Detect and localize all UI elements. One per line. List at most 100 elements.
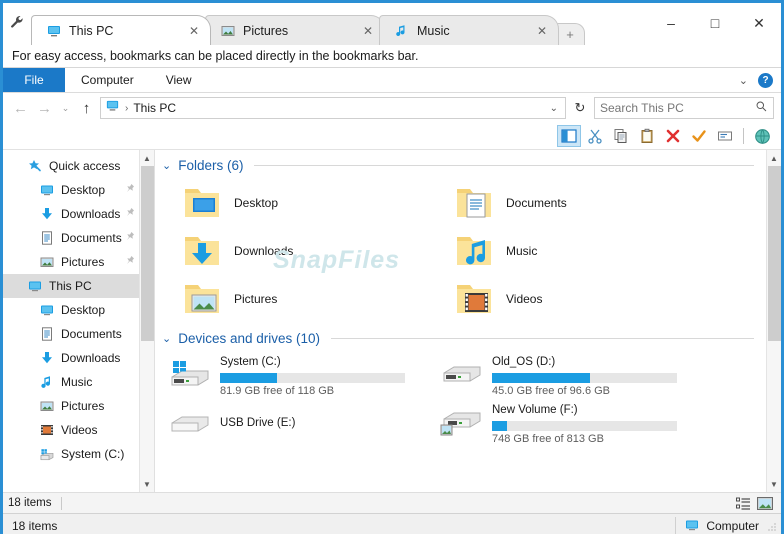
- sidebar-item-desktop[interactable]: Desktop: [3, 298, 139, 322]
- file-list-pane[interactable]: SnapFiles ⌄ Folders (6) Desktop Document…: [154, 150, 766, 492]
- copy-button[interactable]: [609, 125, 633, 147]
- content-scroll-track[interactable]: [767, 166, 782, 476]
- ribbon-spacer: [207, 68, 738, 92]
- close-button[interactable]: ✕: [737, 5, 781, 41]
- scroll-down-icon[interactable]: ▼: [140, 476, 155, 492]
- browser-tab-music[interactable]: Music ✕: [379, 15, 559, 45]
- ribbon-tab-computer[interactable]: Computer: [65, 68, 150, 92]
- wrench-icon[interactable]: [3, 3, 31, 45]
- tab-close-icon[interactable]: ✕: [534, 23, 550, 39]
- picture-icon: [220, 23, 236, 39]
- app-item-count: 18 items: [12, 519, 58, 533]
- pin-icon[interactable]: [125, 207, 135, 222]
- drive-photo-icon: [440, 405, 484, 439]
- details-view-icon[interactable]: [732, 495, 754, 512]
- recent-locations-icon[interactable]: ⌄: [58, 97, 73, 119]
- folder-item-desktop[interactable]: Desktop: [168, 179, 440, 227]
- drive-capacity: 81.9 GB free of 118 GB: [220, 384, 335, 397]
- delete-button[interactable]: [661, 125, 685, 147]
- sidebar-scrollbar[interactable]: ▲ ▼: [139, 150, 154, 492]
- sidebar-item-videos[interactable]: Videos: [3, 418, 139, 442]
- sidebar-item-downloads-qa[interactable]: Downloads: [3, 202, 139, 226]
- address-input[interactable]: › This PC ⌄: [100, 97, 566, 119]
- folder-label: Music: [506, 244, 538, 258]
- explorer-status-bar: 18 items: [3, 492, 781, 513]
- sidebar-item-this-pc[interactable]: This PC: [3, 274, 139, 298]
- search-input[interactable]: Search This PC: [594, 97, 774, 119]
- scroll-up-icon[interactable]: ▲: [767, 150, 782, 166]
- drive-name: USB Drive (E:): [220, 417, 296, 429]
- section-header-folders[interactable]: ⌄ Folders (6): [155, 150, 766, 175]
- browser-tab-pictures[interactable]: Pictures ✕: [205, 15, 385, 45]
- chevron-down-icon[interactable]: ⌄: [550, 103, 561, 114]
- sidebar-item-music[interactable]: Music: [3, 370, 139, 394]
- drive-usage-fill: [220, 372, 278, 383]
- ribbon-tab-file[interactable]: File: [3, 68, 65, 92]
- sidebar-item-pictures[interactable]: Pictures: [3, 394, 139, 418]
- folder-item-documents[interactable]: Documents: [440, 179, 712, 227]
- sidebar-item-downloads[interactable]: Downloads: [3, 346, 139, 370]
- breadcrumb-current[interactable]: This PC: [133, 101, 176, 115]
- sidebar-item-label: This PC: [49, 279, 92, 293]
- drive-item-system-c[interactable]: System (C:) 81.9 GB free of 118 GB: [168, 350, 440, 398]
- drive-item-old-os-d[interactable]: Old_OS (D:) 45.0 GB free of 96.6 GB: [440, 350, 712, 398]
- up-button[interactable]: ↑: [76, 97, 97, 119]
- sidebar-item-desktop-qa[interactable]: Desktop: [3, 178, 139, 202]
- new-tab-button[interactable]: +: [555, 23, 585, 45]
- search-icon: [755, 100, 768, 116]
- forward-button[interactable]: →: [34, 97, 55, 119]
- section-header-devices[interactable]: ⌄ Devices and drives (10): [155, 323, 766, 348]
- minimize-button[interactable]: –: [649, 5, 693, 41]
- chevron-down-icon[interactable]: ⌄: [162, 332, 171, 345]
- browser-tab-this-pc[interactable]: This PC ✕: [31, 15, 211, 45]
- resize-grip[interactable]: [767, 521, 777, 531]
- rename-button[interactable]: [713, 125, 737, 147]
- sidebar-scroll-track[interactable]: [140, 166, 155, 476]
- internet-button[interactable]: [750, 125, 774, 147]
- chevron-down-icon[interactable]: ⌄: [739, 74, 748, 87]
- tab-close-icon[interactable]: ✕: [360, 23, 376, 39]
- sidebar-item-documents[interactable]: Documents: [3, 322, 139, 346]
- sidebar-item-documents-qa[interactable]: Documents: [3, 226, 139, 250]
- folder-item-music[interactable]: Music: [440, 227, 712, 275]
- confirm-button[interactable]: [687, 125, 711, 147]
- ribbon-tab-view[interactable]: View: [150, 68, 208, 92]
- pin-icon[interactable]: [125, 183, 135, 198]
- maximize-button[interactable]: □: [693, 5, 737, 41]
- sidebar-item-pictures-qa[interactable]: Pictures: [3, 250, 139, 274]
- back-button[interactable]: ←: [10, 97, 31, 119]
- drive-item-new-volume-f[interactable]: New Volume (F:) 748 GB free of 813 GB: [440, 398, 712, 446]
- section-title: Folders (6): [178, 158, 244, 173]
- drive-name: New Volume (F:): [492, 403, 578, 416]
- sidebar-item-quick-access[interactable]: Quick access: [3, 154, 139, 178]
- music-note-icon: [39, 374, 55, 390]
- paste-button[interactable]: [635, 125, 659, 147]
- content-scrollbar[interactable]: ▲ ▼: [766, 150, 781, 492]
- folder-item-pictures[interactable]: Pictures: [168, 275, 440, 323]
- sidebar-item-system-c[interactable]: System (C:): [3, 442, 139, 466]
- drive-usage-bar: [492, 420, 677, 431]
- app-location: Computer: [676, 517, 767, 534]
- help-icon[interactable]: ?: [758, 72, 773, 88]
- navigation-pane-toggle[interactable]: [557, 125, 581, 147]
- document-icon: [39, 326, 55, 342]
- drive-usage-bar: [220, 372, 405, 383]
- folder-item-downloads[interactable]: Downloads: [168, 227, 440, 275]
- content-scroll-thumb[interactable]: [767, 166, 781, 341]
- navigation-pane: Quick access Desktop Downloads Documents…: [3, 150, 139, 492]
- folder-label: Documents: [506, 196, 567, 210]
- window-controls: – □ ✕: [649, 3, 781, 43]
- chevron-down-icon[interactable]: ⌄: [162, 159, 171, 172]
- scroll-up-icon[interactable]: ▲: [140, 150, 155, 166]
- tab-close-icon[interactable]: ✕: [186, 23, 202, 39]
- cut-button[interactable]: [583, 125, 607, 147]
- pin-icon[interactable]: [125, 231, 135, 246]
- large-icons-view-icon[interactable]: [754, 495, 776, 512]
- sidebar-item-label: Desktop: [61, 303, 106, 317]
- sidebar-scroll-thumb[interactable]: [140, 166, 154, 341]
- refresh-button[interactable]: ↻: [569, 100, 591, 116]
- scroll-down-icon[interactable]: ▼: [767, 476, 782, 492]
- pin-icon[interactable]: [125, 255, 135, 270]
- folder-item-videos[interactable]: Videos: [440, 275, 712, 323]
- drive-item-usb-e[interactable]: USB Drive (E:): [168, 398, 440, 446]
